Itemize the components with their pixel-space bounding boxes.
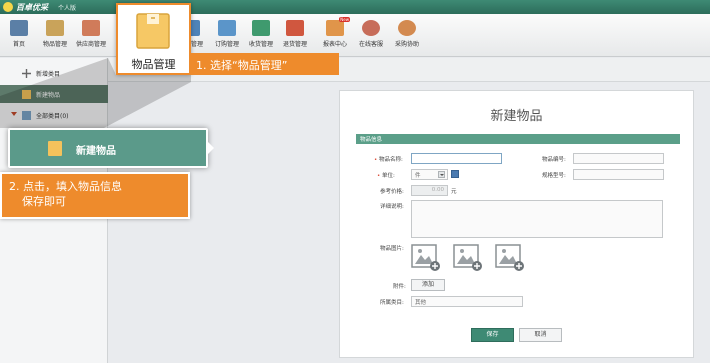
order-icon xyxy=(218,20,236,36)
box-icon xyxy=(46,20,64,36)
callout-label: 新建物品 xyxy=(76,146,116,157)
assist-icon xyxy=(398,20,416,36)
toolbar-assist-button[interactable]: 采购协助 xyxy=(390,17,424,55)
report-chart-icon xyxy=(326,20,344,36)
new-badge: New xyxy=(339,17,350,22)
toolbar-supplier-button[interactable]: 供应商管理 xyxy=(74,17,108,55)
item-name-input[interactable] xyxy=(411,153,502,164)
sidebar-item-all-categories[interactable]: 全部类目(0) xyxy=(0,106,108,124)
toolbar-service-button[interactable]: 在线客服 xyxy=(354,17,388,55)
chevron-down-icon[interactable] xyxy=(438,171,445,178)
app-logo-icon xyxy=(3,2,13,12)
receive-icon xyxy=(252,20,270,36)
service-icon xyxy=(362,20,380,36)
toolbar-label: 首页 xyxy=(12,41,25,48)
toolbar-report-button[interactable]: New 报表中心 xyxy=(318,17,352,55)
add-attachment-button[interactable]: 添加 xyxy=(411,279,445,291)
callout-pointer xyxy=(206,140,214,156)
step2-line1: 2. 点击，填入物品信息 xyxy=(9,180,122,193)
item-icon xyxy=(48,141,62,156)
add-image-icon[interactable] xyxy=(495,244,525,272)
toolbar-label: 订购管理 xyxy=(214,41,239,48)
home-icon xyxy=(10,20,28,36)
category-icon xyxy=(22,111,31,120)
toolbar-label: 在线客服 xyxy=(358,41,383,48)
spec-model-input[interactable] xyxy=(573,169,664,180)
new-item-panel: 新建物品 物品信息 • 物品名称: 物品编号: • 单位: 件 规格型号: 参考… xyxy=(339,90,694,358)
expand-arrow-icon[interactable] xyxy=(11,112,17,116)
sidebar-item-add-category[interactable]: 新增类目 xyxy=(0,64,108,82)
unit-label: • 单位: xyxy=(377,173,395,179)
page-title: 新建物品 xyxy=(490,109,543,124)
toolbar-home-button[interactable]: 首页 xyxy=(2,17,36,55)
item-code-label: 物品编号: xyxy=(542,157,566,163)
category-value: 其他 xyxy=(415,300,427,306)
box-icon xyxy=(136,13,170,49)
callout-label: 物品管理 xyxy=(131,58,176,71)
sidebar-item-label: 全部类目(0) xyxy=(36,113,69,120)
app-title: 百卓优采 xyxy=(16,3,48,12)
toolbar-label: 报表中心 xyxy=(322,41,347,48)
item-icon xyxy=(22,90,31,99)
sidebar-item-label: 新建物品 xyxy=(36,92,61,99)
toolbar-zoom-callout: 物品管理 xyxy=(116,3,191,75)
category-input[interactable]: 其他 xyxy=(411,296,523,307)
price-value: 0.00 xyxy=(431,187,444,193)
toolbar-return-button[interactable]: 退货管理 xyxy=(278,17,312,55)
toolbar-items-button[interactable]: 物品管理 xyxy=(38,17,72,55)
plus-move-icon xyxy=(22,69,31,78)
add-image-icon[interactable] xyxy=(411,244,441,272)
item-image-label: 物品图片: xyxy=(380,246,404,252)
add-image-icon[interactable] xyxy=(453,244,483,272)
price-input[interactable]: 0.00 xyxy=(411,185,448,196)
step1-instruction: 1. 选择“物品管理” xyxy=(191,53,339,75)
return-icon xyxy=(286,20,304,36)
sidebar-item-new-item[interactable]: 新建物品 xyxy=(0,85,108,103)
toolbar-label: 物品管理 xyxy=(42,41,67,48)
description-label: 详细说明: xyxy=(380,204,404,210)
supplier-icon xyxy=(82,20,100,36)
toolbar-label: 收货管理 xyxy=(248,41,273,48)
sidebar-item-label: 新增类目 xyxy=(36,71,61,78)
toolbar-order-button[interactable]: 订购管理 xyxy=(210,17,244,55)
price-unit: 元 xyxy=(451,189,457,195)
save-button[interactable]: 保存 xyxy=(471,328,514,342)
toolbar-label: 供应商管理 xyxy=(75,41,106,48)
app-edition: 个人版 xyxy=(58,5,77,12)
sidebar-zoom-callout: 新建物品 xyxy=(8,128,208,168)
section-header: 物品信息 xyxy=(356,134,680,144)
toolbar-label: 退货管理 xyxy=(282,41,307,48)
title-bar: 百卓优采 个人版 xyxy=(0,0,710,14)
spec-model-label: 规格型号: xyxy=(542,173,566,179)
step2-line2: 保存即可 xyxy=(22,195,66,208)
item-code-input[interactable] xyxy=(573,153,664,164)
description-textarea[interactable] xyxy=(411,200,663,238)
main-toolbar: 首页 物品管理 供应商管理 采购管理 订购管理 收货管理 退货管理 New 报表… xyxy=(0,14,710,57)
cancel-button[interactable]: 取消 xyxy=(519,328,562,342)
category-label: 所属类目: xyxy=(380,300,404,306)
attachment-label: 附件: xyxy=(393,284,406,290)
unit-settings-icon[interactable] xyxy=(451,170,459,178)
unit-value: 件 xyxy=(415,173,421,179)
toolbar-receive-button[interactable]: 收货管理 xyxy=(244,17,278,55)
toolbar-label: 采购协助 xyxy=(394,41,419,48)
item-name-label: • 物品名称: xyxy=(374,157,403,163)
price-label: 参考价格: xyxy=(380,189,404,195)
step2-instruction: 2. 点击，填入物品信息 保存即可 xyxy=(0,172,190,219)
